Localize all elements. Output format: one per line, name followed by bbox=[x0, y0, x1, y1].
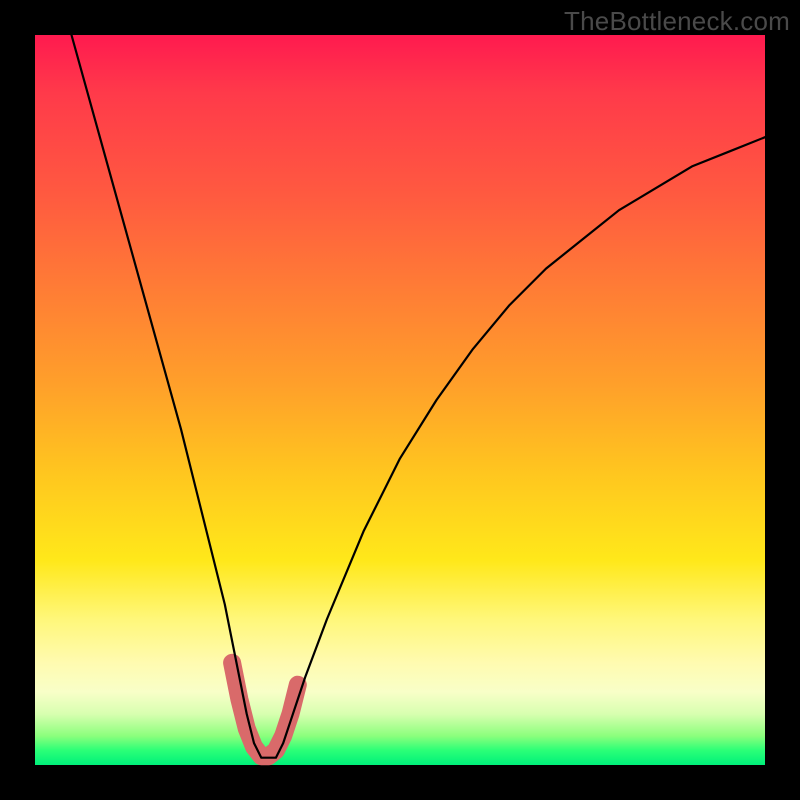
watermark-text: TheBottleneck.com bbox=[564, 6, 790, 37]
chart-frame: TheBottleneck.com bbox=[0, 0, 800, 800]
plot-area bbox=[35, 35, 765, 765]
curve-layer bbox=[35, 35, 765, 765]
bottleneck-curve bbox=[72, 35, 766, 758]
highlight-band bbox=[232, 663, 298, 756]
